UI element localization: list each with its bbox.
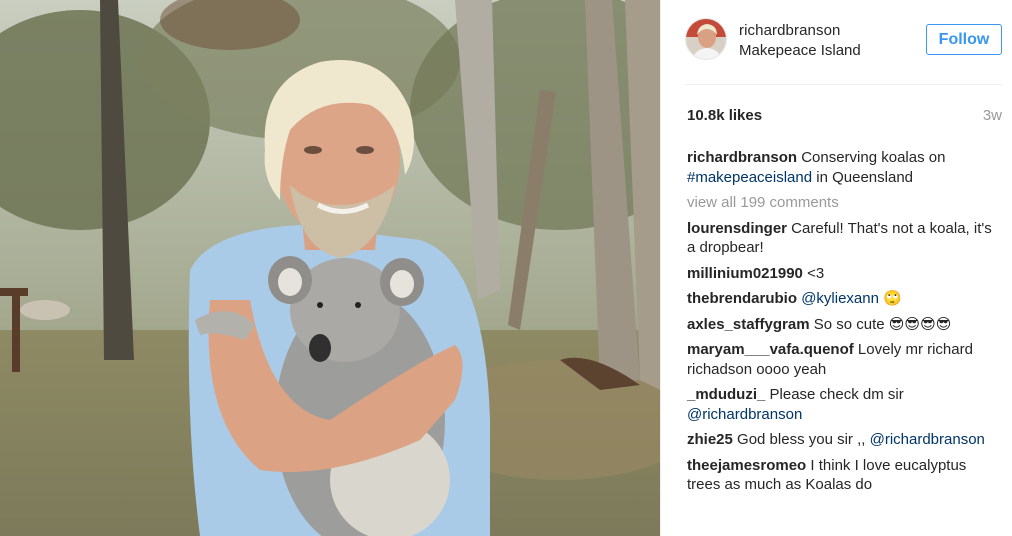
list-item: maryam___vafa.quenof Lovely mr richard r… <box>687 340 998 379</box>
profile-photo-icon <box>686 19 726 59</box>
comment-text-after: 🙄 <box>878 290 902 307</box>
post-details-panel: richardbranson Makepeace Island Follow 1… <box>660 0 1012 536</box>
avatar[interactable] <box>685 18 727 60</box>
likes-row: 10.8k likes 3w <box>687 107 1002 127</box>
comment-username[interactable]: theejamesromeo <box>687 457 806 474</box>
caption-hashtag[interactable]: #makepeaceisland <box>687 169 812 186</box>
caption: richardbranson Conserving koalas on #mak… <box>687 148 998 187</box>
comment-text: So so cute 😎😎😎😎 <box>809 315 952 333</box>
comment-username[interactable]: lourensdinger <box>687 220 787 237</box>
likes-count[interactable]: 10.8k likes <box>687 107 762 124</box>
comment-username[interactable]: thebrendarubio <box>687 290 797 307</box>
post-username[interactable]: richardbranson <box>739 22 840 39</box>
comment-username[interactable]: axles_staffygram <box>687 316 810 333</box>
follow-button[interactable]: Follow <box>926 24 1002 55</box>
comment-mention[interactable]: @kyliexann <box>801 290 879 307</box>
comment-username[interactable]: zhie25 <box>687 431 733 448</box>
comment-text: God bless you sir ,, <box>732 431 870 448</box>
comment-mention[interactable]: @richardbranson <box>687 406 802 423</box>
comment-username[interactable]: _mduduzi_ <box>687 386 765 403</box>
post-header: richardbranson Makepeace Island Follow <box>685 18 1002 64</box>
list-item: thebrendarubio @kyliexann 🙄 <box>687 289 998 309</box>
list-item: lourensdinger Careful! That's not a koal… <box>687 219 998 258</box>
list-item: millinium021990 <3 <box>687 264 998 284</box>
comment-text: <3 <box>802 264 825 282</box>
post-age[interactable]: 3w <box>983 107 1002 124</box>
comment-text: Please check dm sir <box>765 386 904 403</box>
list-item: _mduduzi_ Please check dm sir @richardbr… <box>687 385 998 424</box>
comments-list: richardbranson Conserving koalas on #mak… <box>687 148 998 501</box>
comment-username[interactable]: maryam___vafa.quenof <box>687 341 854 358</box>
comment-mention[interactable]: @richardbranson <box>870 431 985 448</box>
caption-username[interactable]: richardbranson <box>687 149 797 166</box>
view-all-comments-link[interactable]: view all 199 comments <box>687 193 998 213</box>
divider <box>685 84 1002 85</box>
comment-username[interactable]: millinium021990 <box>687 265 803 282</box>
caption-text-after: in Queensland <box>812 168 913 186</box>
list-item: theejamesromeo I think I love eucalyptus… <box>687 456 998 495</box>
caption-text-before: Conserving koalas on <box>797 149 946 166</box>
list-item: axles_staffygram So so cute 😎😎😎😎 <box>687 315 998 335</box>
list-item: zhie25 God bless you sir ,, @richardbran… <box>687 430 998 450</box>
post-location[interactable]: Makepeace Island <box>739 42 861 59</box>
post-photo[interactable] <box>0 0 660 536</box>
